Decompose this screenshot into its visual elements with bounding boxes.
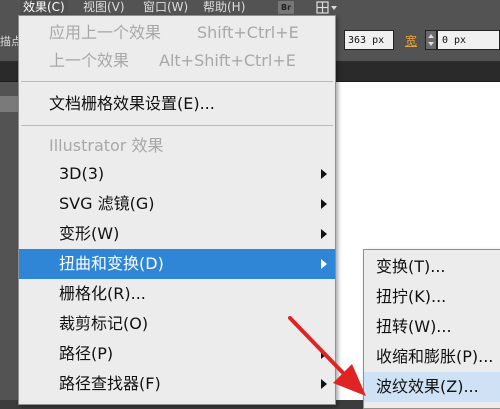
menu-item-warp[interactable]: 变形(W) — [19, 219, 335, 249]
submenu-arrow-icon — [321, 169, 327, 179]
submenu-arrow-icon — [321, 229, 327, 239]
selection-tool[interactable] — [0, 96, 20, 112]
menu-item-label: 扭曲和变换(D) — [59, 254, 164, 273]
menu-separator — [21, 81, 333, 82]
menu-item-label: 变形(W) — [59, 224, 120, 243]
submenu-item-tweak[interactable]: 扭拧(K)... — [364, 282, 500, 312]
submenu-item-zig-zag[interactable]: 波纹效果(Z)... — [364, 372, 500, 402]
menu-view[interactable]: 视图(V) — [80, 0, 128, 16]
bridge-button[interactable]: Br — [278, 1, 294, 14]
menu-item-document-raster-settings[interactable]: 文档栅格效果设置(E)... — [19, 89, 335, 119]
menu-item-label: 应用上一个效果 — [49, 23, 162, 42]
submenu-item-label: 扭转(W)... — [376, 317, 452, 336]
menu-section-label: Illustrator 效果 — [49, 136, 164, 155]
submenu-item-label: 收缩和膨胀(P)... — [376, 347, 494, 366]
menu-help[interactable]: 帮助(H) — [200, 0, 248, 16]
menu-section-header: Illustrator 效果 — [19, 131, 335, 161]
menu-item-shortcut: Alt+Shift+Ctrl+E — [159, 51, 296, 70]
menu-item-label: 裁剪标记(O) — [59, 314, 149, 333]
menu-item-3d[interactable]: 3D(3) — [19, 159, 335, 189]
submenu-item-twist[interactable]: 扭转(W)... — [364, 312, 500, 342]
submenu-arrow-icon — [321, 259, 327, 269]
menu-item-label: 文档栅格效果设置(E)... — [49, 94, 215, 113]
menu-item-apply-last-effect: 应用上一个效果 Shift+Ctrl+E — [19, 18, 335, 48]
distort-transform-submenu: 变换(T)... 扭拧(K)... 扭转(W)... 收缩和膨胀(P)... 波… — [363, 249, 500, 409]
menu-item-label: 上一个效果 — [49, 51, 130, 70]
workspace-layout-icon[interactable] — [315, 0, 339, 15]
submenu-item-transform[interactable]: 变换(T)... — [364, 252, 500, 282]
menu-item-last-effect: 上一个效果 Alt+Shift+Ctrl+E — [19, 46, 335, 76]
menu-item-distort-transform[interactable]: 扭曲和变换(D) — [19, 249, 335, 279]
menu-separator — [21, 125, 333, 126]
width-field[interactable]: 0 px — [437, 30, 500, 50]
effect-menu: 应用上一个效果 Shift+Ctrl+E 上一个效果 Alt+Shift+Ctr… — [18, 15, 336, 405]
width-label[interactable]: 宽 — [405, 32, 417, 49]
menu-item-path[interactable]: 路径(P) — [19, 339, 335, 369]
menu-item-pathfinder[interactable]: 路径查找器(F) — [19, 369, 335, 399]
submenu-arrow-icon — [321, 199, 327, 209]
submenu-item-label: 扭拧(K)... — [376, 287, 447, 306]
width-stepper[interactable] — [425, 30, 437, 50]
menu-item-svg-filters[interactable]: SVG 滤镜(G) — [19, 189, 335, 219]
menu-item-label: SVG 滤镜(G) — [59, 194, 155, 213]
menu-effect[interactable]: 效果(C) — [20, 0, 68, 16]
menu-window[interactable]: 窗口(W) — [140, 0, 191, 16]
menu-item-label: 栅格化(R)... — [59, 284, 146, 303]
menu-item-rasterize[interactable]: 栅格化(R)... — [19, 279, 335, 309]
menu-item-label: 路径查找器(F) — [59, 374, 161, 393]
menu-item-label: 3D(3) — [59, 164, 105, 183]
menu-bar: 效果(C) 视图(V) 窗口(W) 帮助(H) Br — [0, 0, 500, 16]
submenu-item-label: 波纹效果(Z)... — [376, 377, 479, 396]
submenu-arrow-icon — [321, 349, 327, 359]
x-position-field[interactable]: 363 px — [344, 30, 394, 50]
tools-panel — [0, 82, 20, 400]
submenu-item-pucker-bloat[interactable]: 收缩和膨胀(P)... — [364, 342, 500, 372]
menu-item-label: 路径(P) — [59, 344, 114, 363]
menu-item-crop-marks[interactable]: 裁剪标记(O) — [19, 309, 335, 339]
submenu-item-label: 变换(T)... — [376, 257, 446, 276]
submenu-arrow-icon — [321, 379, 327, 389]
menu-item-shortcut: Shift+Ctrl+E — [197, 23, 299, 42]
